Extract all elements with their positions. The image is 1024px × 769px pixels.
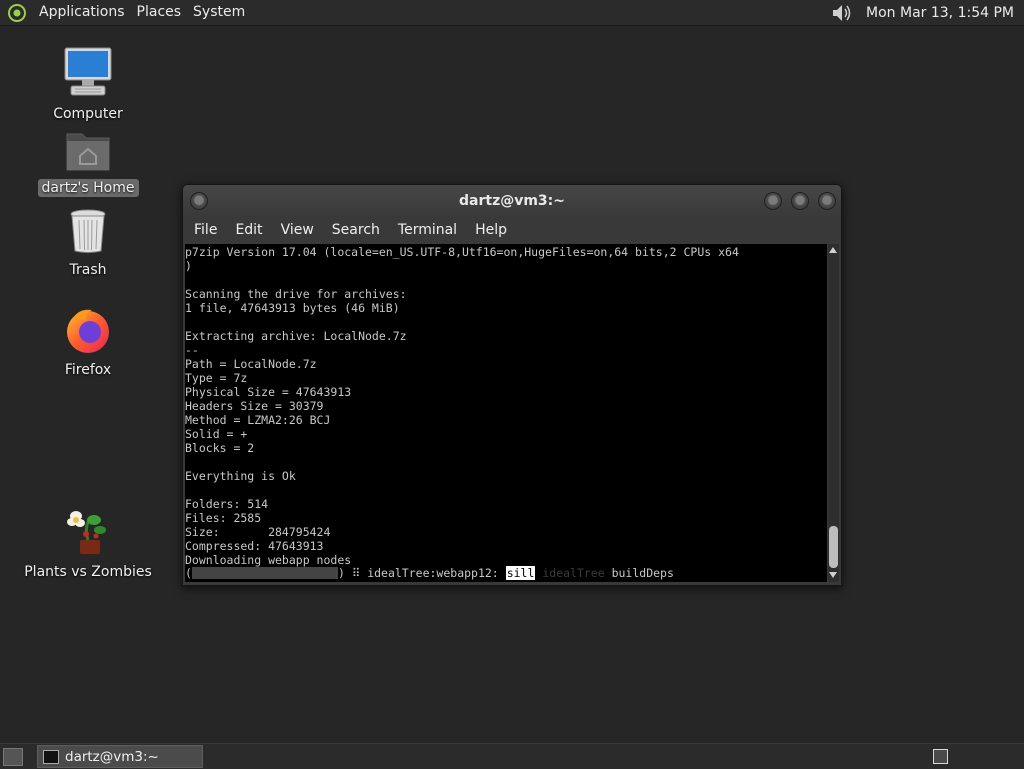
home-folder-icon [65,128,111,176]
window-menu-icon[interactable] [190,192,208,210]
taskbar-window-label: dartz@vm3:~ [65,748,159,765]
desktop-icon-label: Computer [53,106,123,122]
computer-icon [63,46,113,102]
terminal-menubar: File Edit View Search Terminal Help [183,217,841,243]
desktop-icon-label: Firefox [64,362,112,378]
workspace-switcher[interactable] [933,749,948,764]
scroll-thumb[interactable] [829,526,838,568]
terminal-icon [43,749,59,764]
menu-edit[interactable]: Edit [226,222,271,238]
applications-menu[interactable]: Applications [33,0,131,25]
npm-progress-line: ( ) ⠿ idealTree:webapp12: sill idealTree… [185,566,827,580]
scroll-down-icon[interactable] [829,572,837,578]
faded-text: idealTree [542,566,605,580]
progress-task: idealTree:webapp12: [367,566,499,580]
menu-search[interactable]: Search [323,222,389,238]
places-menu[interactable]: Places [131,0,188,25]
taskbar-terminal-button[interactable]: dartz@vm3:~ [37,745,203,768]
desktop-icon-label: Plants vs Zombies [24,564,152,580]
spinner-glyph: ⠿ [351,566,361,580]
menu-terminal[interactable]: Terminal [389,222,466,238]
firefox-icon [64,306,112,358]
distro-logo-icon[interactable] [7,3,27,23]
desktop-icon-plants-vs-zombies[interactable]: Plants vs Zombies [24,506,152,581]
progress-message: buildDeps [611,566,674,580]
menu-help[interactable]: Help [466,222,516,238]
progress-open: ( [185,566,192,580]
maximize-icon[interactable] [791,192,809,210]
bottom-panel: dartz@vm3:~ [0,743,1024,769]
progress-bar [191,567,338,579]
desktop-icon-firefox[interactable]: Firefox [33,306,143,379]
show-desktop-icon[interactable] [3,747,23,766]
menu-view[interactable]: View [272,222,323,238]
progress-close: ) [337,566,345,580]
menu-file[interactable]: File [185,222,226,238]
scroll-up-icon[interactable] [829,247,837,253]
terminal-scrollbar[interactable] [828,244,839,582]
system-menu[interactable]: System [187,0,251,25]
clock[interactable]: Mon Mar 13, 1:54 PM [860,5,1020,21]
volume-icon[interactable] [830,2,854,24]
desktop-icon-computer[interactable]: Computer [33,46,143,123]
terminal-output: p7zip Version 17.04 (locale=en_US.UTF-8,… [185,245,739,567]
top-panel: Applications Places System Mon Mar 13, 1… [0,0,1024,26]
terminal-window[interactable]: dartz@vm3:~ File Edit View Search Termin… [182,184,842,586]
trash-icon [68,208,108,258]
desktop-icon-home[interactable]: dartz's Home [33,128,143,197]
desktop-icon-label: dartz's Home [37,179,139,197]
window-title: dartz@vm3:~ [459,193,565,209]
minimize-icon[interactable] [764,192,782,210]
close-icon[interactable] [818,192,836,210]
desktop-icon-label: Trash [69,262,107,278]
log-level-badge: sill [505,566,536,580]
desktop-icon-trash[interactable]: Trash [33,208,143,279]
plants-vs-zombies-icon [64,506,112,560]
terminal-output-area[interactable]: p7zip Version 17.04 (locale=en_US.UTF-8,… [185,244,827,582]
window-titlebar[interactable]: dartz@vm3:~ [183,185,841,217]
